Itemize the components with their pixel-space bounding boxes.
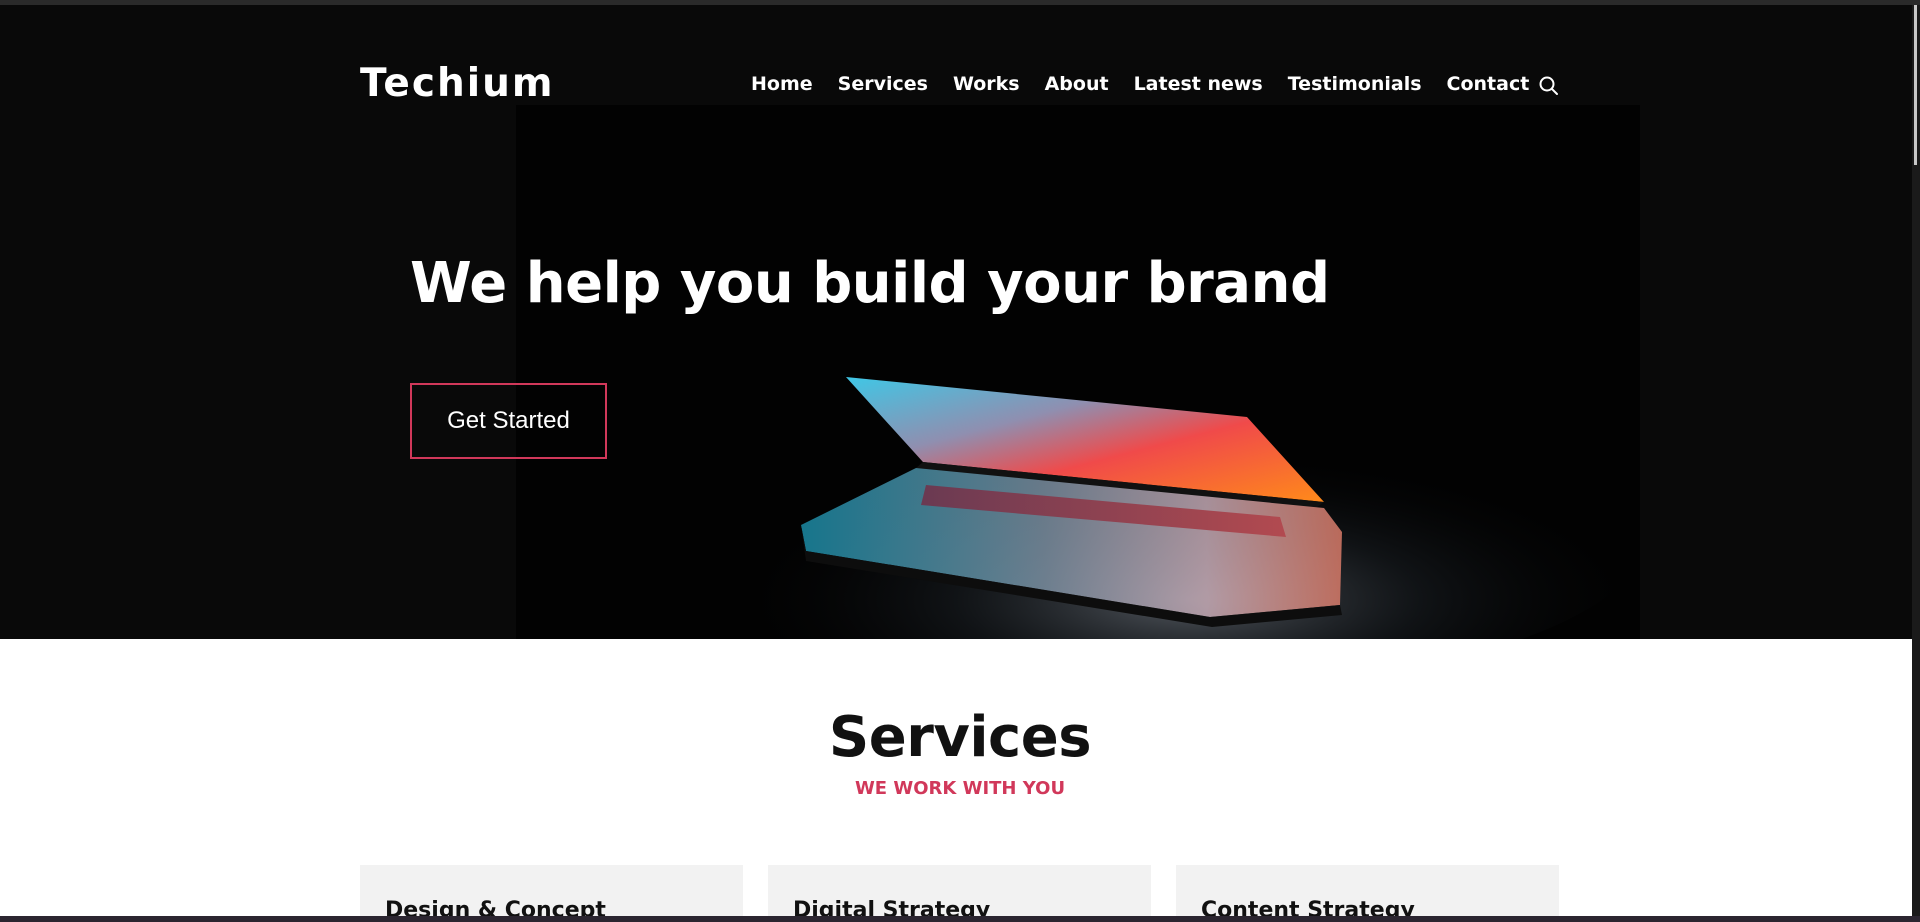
nav-item-testimonials[interactable]: Testimonials xyxy=(1288,73,1422,95)
get-started-button[interactable]: Get Started xyxy=(410,383,607,459)
hero-section: Techium Home Services Works About Latest… xyxy=(0,5,1912,639)
nav-item-home[interactable]: Home xyxy=(751,73,813,95)
scrollbar-thumb[interactable] xyxy=(1914,5,1917,165)
page-scrollbar[interactable] xyxy=(1912,5,1920,922)
hero-title: We help you build your brand xyxy=(410,251,1330,316)
service-cards: Design & Concept Digital Strategy Conten… xyxy=(360,865,1584,922)
services-title: Services xyxy=(828,705,1092,770)
nav-item-contact[interactable]: Contact xyxy=(1447,73,1530,95)
service-card-content-strategy[interactable]: Content Strategy xyxy=(1176,865,1559,922)
service-card-design-concept[interactable]: Design & Concept xyxy=(360,865,743,922)
service-card-digital-strategy[interactable]: Digital Strategy xyxy=(768,865,1151,922)
hero-laptop-image xyxy=(516,105,1640,639)
page: Techium Home Services Works About Latest… xyxy=(0,5,1912,922)
nav-item-works[interactable]: Works xyxy=(953,73,1020,95)
nav-item-latest-news[interactable]: Latest news xyxy=(1134,73,1263,95)
nav-item-services[interactable]: Services xyxy=(838,73,928,95)
search-icon[interactable] xyxy=(1538,75,1560,97)
main-nav: Home Services Works About Latest news Te… xyxy=(751,73,1558,95)
services-subtitle: WE WORK WITH YOU xyxy=(854,778,1066,799)
brand-logo[interactable]: Techium xyxy=(360,61,555,106)
bottom-edge xyxy=(0,916,1920,922)
nav-item-about[interactable]: About xyxy=(1045,73,1109,95)
